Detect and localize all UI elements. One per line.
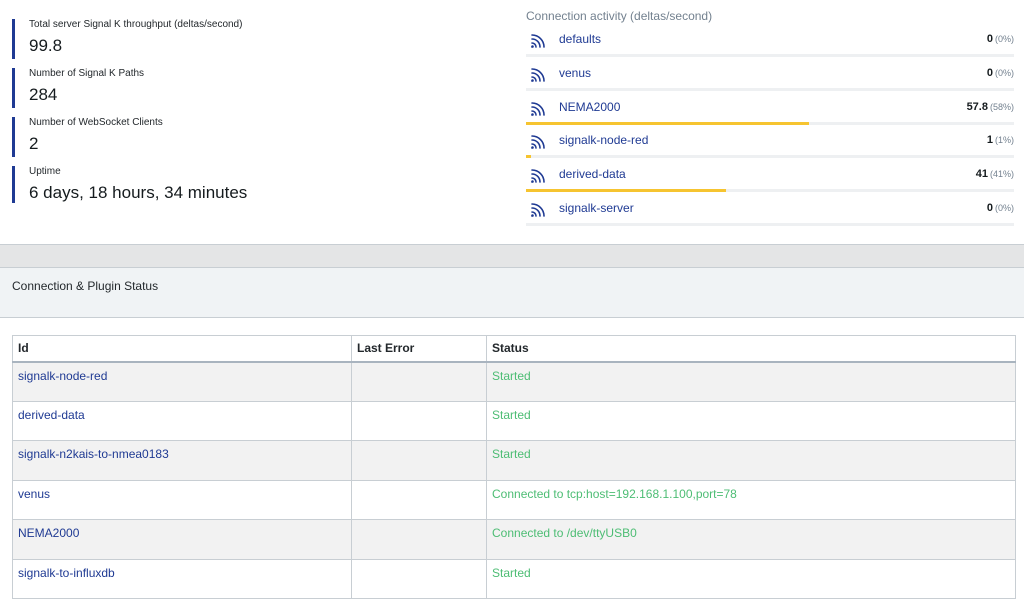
wifi-icon xyxy=(529,67,547,83)
connection-rate-value: 41 xyxy=(975,168,988,181)
connection-name-link[interactable]: signalk-server xyxy=(559,201,634,215)
connection-rate: 0 (0%) xyxy=(987,202,1014,214)
connection-rate: 41 (41%) xyxy=(976,168,1014,180)
row-status: Started xyxy=(486,400,1016,441)
connection-activity-bar-track xyxy=(526,54,1014,57)
row-status: Started xyxy=(486,361,1016,402)
connection-rate-percent: (41%) xyxy=(989,169,1014,180)
table-row: signalk-node-red Started xyxy=(12,361,1016,402)
wifi-icon xyxy=(529,202,547,218)
status-card-title: Connection & Plugin Status xyxy=(12,279,159,293)
metric-value: 284 xyxy=(29,85,58,104)
column-header-id[interactable]: Id xyxy=(12,335,352,363)
wifi-icon xyxy=(529,33,547,49)
row-last-error xyxy=(351,479,487,520)
connection-name-link[interactable]: defaults xyxy=(559,32,601,46)
row-last-error xyxy=(351,361,487,402)
metric-websocket-clients: Number of WebSocket Clients 2 xyxy=(12,117,452,157)
row-last-error xyxy=(351,558,487,599)
connection-rate-percent: (1%) xyxy=(994,135,1014,146)
connection-rate: 1 (1%) xyxy=(987,134,1014,146)
metric-value: 6 days, 18 hours, 34 minutes xyxy=(29,183,248,202)
connection-name-link[interactable]: derived-data xyxy=(559,167,626,181)
connection-rate-percent: (0%) xyxy=(994,203,1014,213)
column-header-last-error[interactable]: Last Error xyxy=(351,335,487,363)
wifi-icon xyxy=(529,134,547,150)
row-id-link[interactable]: venus xyxy=(12,479,352,520)
row-id-link[interactable]: derived-data xyxy=(12,400,352,441)
section-divider xyxy=(0,244,1024,267)
connection-rate-value: 0 xyxy=(986,202,993,214)
connection-rate-value: 57.8 xyxy=(966,100,988,113)
connection-row: NEMA2000 57.8 (58%) xyxy=(526,92,1014,125)
connection-activity-bar xyxy=(526,189,727,193)
status-table: Id Last Error Status signalk-node-red Sta… xyxy=(12,335,1016,599)
row-last-error xyxy=(351,400,487,441)
connection-row: venus 0 (0%) xyxy=(526,58,1014,91)
row-status: Started xyxy=(486,440,1016,481)
dashboard-top-panel: Total server Signal K throughput (deltas… xyxy=(0,0,1024,244)
status-card-header: Connection & Plugin Status xyxy=(0,267,1024,318)
metric-value: 2 xyxy=(29,134,39,153)
connection-rate-percent: (58%) xyxy=(989,101,1014,112)
connection-rate: 0 (0%) xyxy=(987,67,1014,79)
connection-row: signalk-server 0 (0%) xyxy=(526,194,1014,226)
connection-activity-bar-track xyxy=(526,223,1014,226)
row-last-error xyxy=(351,519,487,560)
metric-uptime: Uptime 6 days, 18 hours, 34 minutes xyxy=(12,166,452,203)
table-row: NEMA2000 Connected to /dev/ttyUSB0 xyxy=(12,519,1016,560)
connection-rate-value: 1 xyxy=(986,134,993,147)
connection-rate-value: 0 xyxy=(986,33,993,45)
metric-throughput: Total server Signal K throughput (deltas… xyxy=(12,19,452,59)
connection-activity-bar-track xyxy=(526,189,1014,193)
connection-activity-bar xyxy=(526,155,531,159)
connection-activity-bar xyxy=(526,121,810,125)
table-header-row: Id Last Error Status xyxy=(12,335,1016,363)
connection-rate-percent: (0%) xyxy=(994,67,1014,78)
metric-label: Number of Signal K Paths xyxy=(29,68,145,79)
connection-activity-bar-track xyxy=(526,121,1014,125)
connection-activity-bar-track xyxy=(526,87,1014,91)
row-status: Connected to tcp:host=192.168.1.100,port… xyxy=(486,479,1016,520)
table-row: venus Connected to tcp:host=192.168.1.100… xyxy=(12,479,1016,520)
activity-title: Connection activity (deltas/second) xyxy=(526,9,713,23)
table-row: derived-data Started xyxy=(12,400,1016,441)
connection-row: derived-data 41 (41%) xyxy=(526,160,1014,193)
metric-label: Uptime xyxy=(29,166,61,177)
row-last-error xyxy=(351,440,487,481)
connection-rate-percent: (0%) xyxy=(994,34,1014,44)
metric-value: 99.8 xyxy=(29,36,63,55)
connection-activity-bar-track xyxy=(526,155,1014,159)
metric-label: Number of WebSocket Clients xyxy=(29,117,163,128)
column-header-status[interactable]: Status xyxy=(486,335,1016,363)
table-row: signalk-n2kais-to-nmea0183 Started xyxy=(12,440,1016,481)
connection-rate: 0 (0%) xyxy=(987,33,1014,45)
connection-name-link[interactable]: venus xyxy=(559,66,591,80)
connection-rate-value: 0 xyxy=(986,66,993,79)
connection-rate: 57.8 (58%) xyxy=(967,101,1014,113)
row-status: Connected to /dev/ttyUSB0 xyxy=(486,519,1016,560)
row-id-link[interactable]: signalk-node-red xyxy=(12,361,352,402)
connection-row: signalk-node-red 1 (1%) xyxy=(526,126,1014,159)
connection-row: defaults 0 (0%) xyxy=(526,25,1014,57)
row-id-link[interactable]: signalk-n2kais-to-nmea0183 xyxy=(12,440,352,481)
connection-name-link[interactable]: NEMA2000 xyxy=(559,100,620,114)
status-table-wrapper: Id Last Error Status signalk-node-red Sta… xyxy=(12,335,1016,599)
connection-name-link[interactable]: signalk-node-red xyxy=(559,133,648,147)
metric-paths: Number of Signal K Paths 284 xyxy=(12,68,452,108)
wifi-icon xyxy=(529,168,547,184)
row-id-link[interactable]: signalk-to-influxdb xyxy=(12,558,352,599)
table-row: signalk-to-influxdb Started xyxy=(12,558,1016,599)
row-id-link[interactable]: NEMA2000 xyxy=(12,519,352,560)
row-status: Started xyxy=(486,558,1016,599)
wifi-icon xyxy=(529,101,547,117)
metric-label: Total server Signal K throughput (deltas… xyxy=(29,19,243,30)
